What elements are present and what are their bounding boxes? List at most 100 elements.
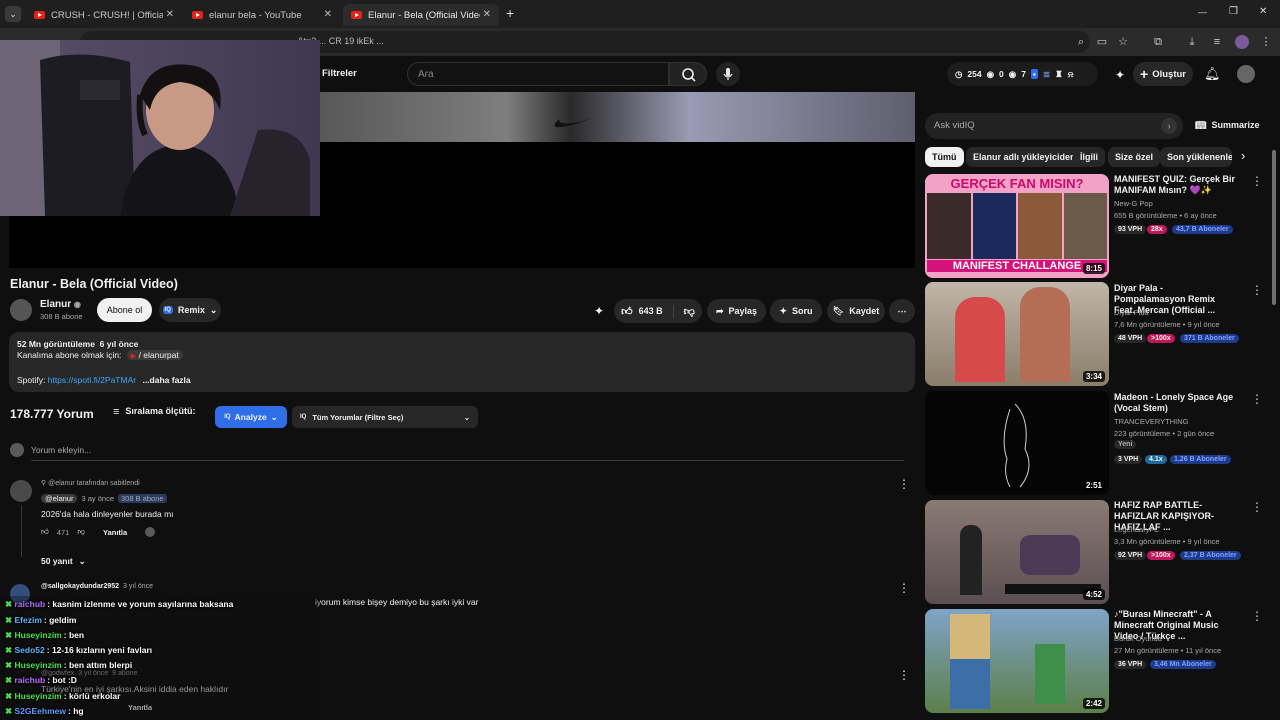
download-icon[interactable]: ⤓ [1184, 34, 1200, 50]
search-button[interactable] [669, 62, 707, 86]
video-thumbnail[interactable]: 2:42 [925, 609, 1109, 713]
close-icon[interactable]: ✕ [483, 9, 491, 20]
sidebar-scrollbar[interactable] [1272, 150, 1276, 305]
chip-recent[interactable]: Son yüklenenler [1160, 147, 1232, 167]
video-thumbnail[interactable]: GERÇEK FAN MISIN? MANIFEST CHALLANGE 8:1… [925, 174, 1109, 278]
channel-name[interactable]: LegendaryFC [1114, 525, 1159, 534]
notifications-icon[interactable]: 🔔︎ [1204, 66, 1221, 82]
close-window-button[interactable]: ✕ [1259, 6, 1267, 17]
card-more-icon[interactable]: ⋮ [1251, 174, 1263, 188]
sort-button[interactable]: ≡ Sıralama ölçütü: [113, 406, 195, 418]
chip-uploader[interactable]: Elanur adlı yükleyiciden [966, 147, 1083, 167]
spotify-link[interactable]: https://spoti.fi/2PaTMAr [48, 375, 136, 385]
tab-search-button[interactable]: ⌄ [5, 6, 21, 22]
chip-all[interactable]: Tümü [925, 147, 964, 167]
channel-name[interactable]: TRANCEVERYTHING [1114, 417, 1188, 426]
show-more-link[interactable]: ...daha fazla [142, 375, 190, 385]
chat-text: : hg [68, 706, 84, 716]
chat-username: S2GEehmew [14, 706, 67, 716]
video-title-link[interactable]: MANIFEST QUIZ: Gerçek Bir MANIFAM Mısın?… [1114, 174, 1236, 196]
video-duration: 8:15 [1082, 263, 1105, 274]
chip-for-you[interactable]: Size özel [1108, 147, 1161, 167]
share-button[interactable]: ➦ Paylaş [707, 299, 766, 323]
channel-avatar[interactable] [10, 299, 32, 321]
video-duration: 2:51 [1082, 480, 1105, 491]
ask-button[interactable]: ✦ Soru [770, 299, 822, 323]
replies-toggle[interactable]: 50 yanıt ⌄ [41, 556, 86, 567]
thumbs-down-icon[interactable]: 👎︎ [77, 527, 85, 537]
create-button[interactable]: + Oluştur [1133, 62, 1193, 86]
channel-link[interactable]: ▶ / elanurpat [126, 350, 183, 360]
new-tab-button[interactable]: + [506, 5, 514, 21]
voice-search-button[interactable] [716, 62, 740, 86]
summarize-button[interactable]: 📖︎ Summarize [1195, 120, 1259, 131]
chat-text: : kasnim izlenme ve yorum sayılarına bak… [47, 599, 234, 609]
channel-name[interactable]: Diyar Pala [1114, 308, 1149, 317]
save-button[interactable]: 🔖︎ Kaydet [827, 299, 885, 323]
extensions-icon[interactable]: ⧉ [1150, 34, 1166, 50]
badge-icon: ✖ [5, 660, 13, 670]
comment-more-icon[interactable]: ⋮ [898, 581, 910, 595]
card-more-icon[interactable]: ⋮ [1251, 392, 1263, 406]
summarize-label: Summarize [1211, 120, 1260, 130]
video-thumbnail[interactable]: 2:51 [925, 391, 1109, 495]
analyze-button[interactable]: IQ Analyze ⌄ [215, 406, 287, 428]
description-box[interactable]: 52 Mn görüntüleme 6 yıl önce Kanalıma ab… [9, 332, 915, 392]
card-more-icon[interactable]: ⋮ [1251, 609, 1263, 623]
search-input[interactable]: Ara [407, 62, 669, 86]
browser-tab-active[interactable]: Elanur - Bela (Official Video) - YouTube… [343, 4, 499, 26]
comment-avatar[interactable] [10, 480, 32, 502]
thumbs-up-icon[interactable]: 👍︎ [41, 527, 49, 537]
bookmark-star-icon[interactable]: ☆ [1115, 34, 1131, 50]
video-thumbnail[interactable]: 3:34 [925, 282, 1109, 386]
close-icon[interactable]: ✕ [324, 9, 332, 20]
maximize-button[interactable]: ❐ [1229, 6, 1238, 17]
browser-tab-search[interactable]: elanur bela - YouTube ✕ [184, 4, 340, 26]
book-icon: 📖︎ [1195, 120, 1207, 130]
pinned-note-text: @elanur tarafından sabitlendi [48, 480, 140, 487]
cast-icon[interactable]: ▭ [1094, 34, 1110, 50]
comment-more-icon[interactable]: ⋮ [898, 477, 910, 491]
comment-author[interactable]: @elanur [41, 494, 78, 503]
video-title-link[interactable]: Madeon - Lonely Space Age (Vocal Stem) [1114, 392, 1236, 414]
channel-subscribers: 308 B abone [40, 312, 83, 321]
video-thumbnail[interactable]: 4:52 [925, 500, 1109, 604]
dislike-button[interactable]: 👎︎ [674, 305, 695, 318]
chevron-right-icon[interactable]: › [1161, 118, 1177, 134]
card-more-icon[interactable]: ⋮ [1251, 283, 1263, 297]
close-icon[interactable]: ✕ [166, 9, 174, 20]
profile-avatar[interactable] [1235, 35, 1249, 49]
chat-username: Sedo52 [14, 645, 45, 655]
account-avatar[interactable] [1237, 65, 1255, 83]
chevron-right-icon[interactable]: › [1241, 148, 1245, 163]
add-comment-input[interactable]: Yorum ekleyin... [31, 445, 904, 461]
playlist-icon[interactable]: ≡ [1209, 34, 1225, 50]
filters-button[interactable]: Filtreler [322, 68, 357, 79]
comment-author[interactable]: @sallgokaydundar2952 [41, 583, 119, 590]
remix-button[interactable]: IQ Remix ⌄ [159, 298, 221, 322]
reply-button[interactable]: Yanıtla [103, 528, 127, 537]
minimize-button[interactable]: — [1198, 7, 1207, 17]
zoom-icon[interactable]: ⌕ [1073, 34, 1089, 50]
card-more-icon[interactable]: ⋮ [1251, 500, 1263, 514]
multiplier-badge: 28x [1147, 225, 1167, 234]
channel-name[interactable]: New-G Pop [1114, 199, 1153, 208]
channel-name[interactable]: Burak Oyunda [1114, 634, 1162, 643]
comment-more-icon[interactable]: ⋮ [898, 668, 910, 682]
subscribe-button[interactable]: Abone ol [97, 298, 152, 322]
chat-username: Huseyinzim [14, 660, 62, 670]
chip-related[interactable]: İlgili [1073, 147, 1105, 167]
comment-filter-select[interactable]: IQ Tüm Yorumlar (Filtre Seç) ⌄ [292, 406, 478, 428]
more-actions-button[interactable]: ⋯ [889, 299, 915, 323]
menu-icon[interactable]: ⋮ [1258, 34, 1274, 50]
like-button[interactable]: 👍︎ 643 B [621, 304, 674, 318]
vidiq-ask-input[interactable]: Ask vidIQ › [925, 113, 1183, 139]
browser-tab-crush[interactable]: CRUSH - CRUSH! | Official Music ✕ [26, 4, 182, 26]
vidiq-extension-icon[interactable]: ✦ [1115, 68, 1125, 82]
channel-name[interactable]: Elanur ◉ [40, 299, 81, 310]
vidiq-sparkle-icon[interactable]: ✦ [594, 304, 604, 318]
vidiq-icon: IQ [224, 414, 231, 420]
nike-logo [554, 118, 592, 128]
youtube-icon [192, 11, 203, 19]
creator-heart-icon [145, 527, 156, 537]
